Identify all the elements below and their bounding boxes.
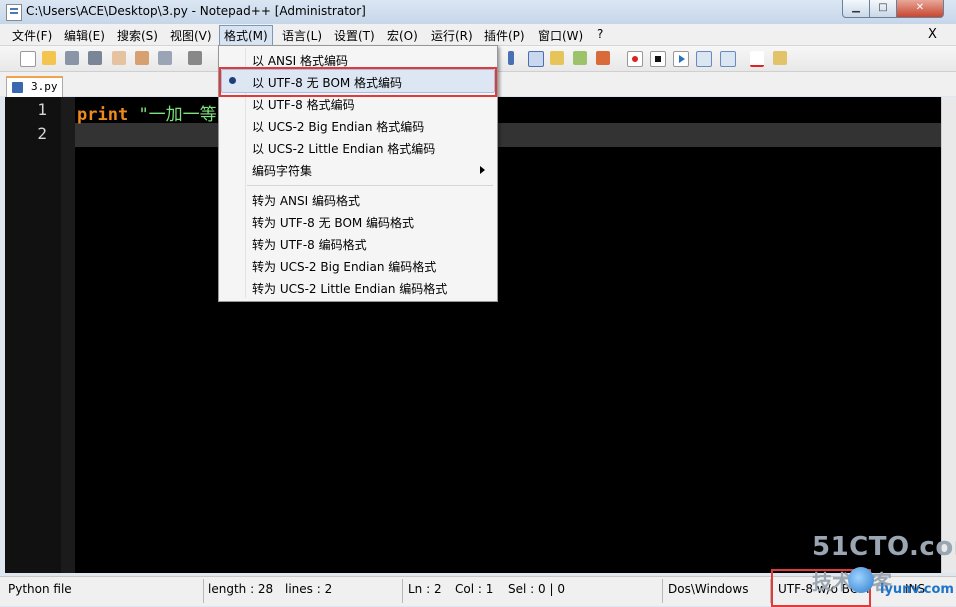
menu-view[interactable]: 视图(V): [170, 27, 212, 44]
menu-item-convert-utf8[interactable]: 转为 UTF-8 编码格式: [252, 236, 367, 253]
menu-window[interactable]: 窗口(W): [538, 27, 583, 44]
record-macro-icon[interactable]: [627, 51, 643, 67]
close-button[interactable]: ✕: [896, 0, 944, 18]
watermark-logo-icon: [848, 567, 874, 593]
minimize-button[interactable]: ▁: [842, 0, 870, 18]
vertical-scrollbar[interactable]: [941, 97, 956, 573]
status-sel: Sel : 0 | 0: [508, 582, 565, 596]
folder-workspace-icon[interactable]: [596, 51, 610, 65]
open-file-icon[interactable]: [42, 51, 56, 65]
doc-map-icon[interactable]: [550, 51, 564, 65]
status-divider: [402, 579, 403, 603]
tab-3py[interactable]: 3.py: [6, 76, 63, 98]
spell-check-icon[interactable]: [750, 51, 764, 67]
menu-item-charset[interactable]: 编码字符集: [252, 162, 312, 179]
menu-separator: [247, 185, 493, 186]
menu-item-encode-utf8[interactable]: 以 UTF-8 格式编码: [252, 96, 355, 113]
notepad-app-icon: [6, 4, 22, 21]
menu-item-encode-utf8-no-bom[interactable]: 以 UTF-8 无 BOM 格式编码: [252, 74, 402, 91]
menu-plugins[interactable]: 插件(P): [484, 27, 525, 44]
menu-settings[interactable]: 设置(T): [334, 27, 375, 44]
title-bar: C:\Users\ACE\Desktop\3.py - Notepad++ [A…: [0, 0, 956, 24]
print-icon[interactable]: [158, 51, 172, 65]
status-eol: Dos\Windows: [668, 582, 749, 596]
close-all-icon[interactable]: [135, 51, 149, 65]
status-ln: Ln : 2: [408, 582, 442, 596]
status-length: length : 28: [208, 582, 274, 596]
menu-format[interactable]: 格式(M): [219, 25, 273, 46]
save-icon: [12, 82, 23, 93]
cut-icon[interactable]: [188, 51, 202, 65]
menu-item-convert-ucs2-be[interactable]: 转为 UCS-2 Big Endian 编码格式: [252, 258, 436, 275]
menu-file[interactable]: 文件(F): [12, 27, 52, 44]
tab-label: 3.py: [31, 80, 58, 93]
watermark-51cto: 51CTO.com: [812, 532, 956, 562]
menu-bar: 文件(F) 编辑(E) 搜索(S) 视图(V) 格式(M) 语言(L) 设置(T…: [0, 24, 956, 46]
spell-options-icon[interactable]: [773, 51, 787, 65]
menu-macro[interactable]: 宏(O): [387, 27, 418, 44]
line-number: 2: [37, 124, 47, 143]
line-number: 1: [37, 100, 47, 119]
status-lines: lines : 2: [285, 582, 333, 596]
code-keyword: print: [77, 105, 129, 125]
menu-item-convert-ansi[interactable]: 转为 ANSI 编码格式: [252, 192, 360, 209]
close-document-button[interactable]: X: [928, 27, 937, 42]
menu-search[interactable]: 搜索(S): [117, 27, 158, 44]
stop-macro-icon[interactable]: [650, 51, 666, 67]
show-all-chars-icon[interactable]: [508, 51, 514, 65]
submenu-arrow-icon: [480, 166, 485, 174]
menu-language[interactable]: 语言(L): [282, 27, 322, 44]
line-number-gutter: 1 2: [5, 97, 61, 573]
function-list-icon[interactable]: [573, 51, 587, 65]
menu-help[interactable]: ?: [597, 27, 603, 41]
menu-item-convert-ucs2-le[interactable]: 转为 UCS-2 Little Endian 编码格式: [252, 280, 447, 297]
window-title: C:\Users\ACE\Desktop\3.py - Notepad++ [A…: [26, 4, 366, 18]
menu-item-encode-ucs2-le[interactable]: 以 UCS-2 Little Endian 格式编码: [252, 140, 435, 157]
status-col: Col : 1: [455, 582, 494, 596]
save-macro-icon[interactable]: [720, 51, 736, 67]
new-file-icon[interactable]: [20, 51, 36, 67]
code-string: "一加一等: [138, 105, 217, 125]
save-all-icon[interactable]: [88, 51, 102, 65]
radio-bullet-icon: [229, 77, 236, 84]
menu-edit[interactable]: 编辑(E): [64, 27, 105, 44]
status-divider: [203, 579, 204, 603]
maximize-button[interactable]: □: [869, 0, 897, 18]
menu-item-encode-ucs2-be[interactable]: 以 UCS-2 Big Endian 格式编码: [252, 118, 424, 135]
current-line-highlight: [75, 123, 941, 147]
close-file-icon[interactable]: [112, 51, 126, 65]
status-file-type: Python file: [8, 582, 72, 596]
menu-run[interactable]: 运行(R): [431, 27, 473, 44]
menu-item-convert-utf8-no-bom[interactable]: 转为 UTF-8 无 BOM 编码格式: [252, 214, 414, 231]
play-macro-icon[interactable]: [673, 51, 689, 67]
menu-item-encode-ansi[interactable]: 以 ANSI 格式编码: [252, 52, 348, 69]
code-line[interactable]: print "一加一等: [77, 100, 217, 125]
save-icon[interactable]: [65, 51, 79, 65]
fold-margin: [61, 97, 75, 573]
format-menu-dropdown: 以 ANSI 格式编码 以 UTF-8 无 BOM 格式编码 以 UTF-8 格…: [218, 45, 498, 302]
watermark-yun: iyunv.com: [880, 582, 954, 597]
indent-guide-icon[interactable]: [528, 51, 544, 67]
run-macro-multiple-icon[interactable]: [696, 51, 712, 67]
status-divider: [662, 579, 663, 603]
